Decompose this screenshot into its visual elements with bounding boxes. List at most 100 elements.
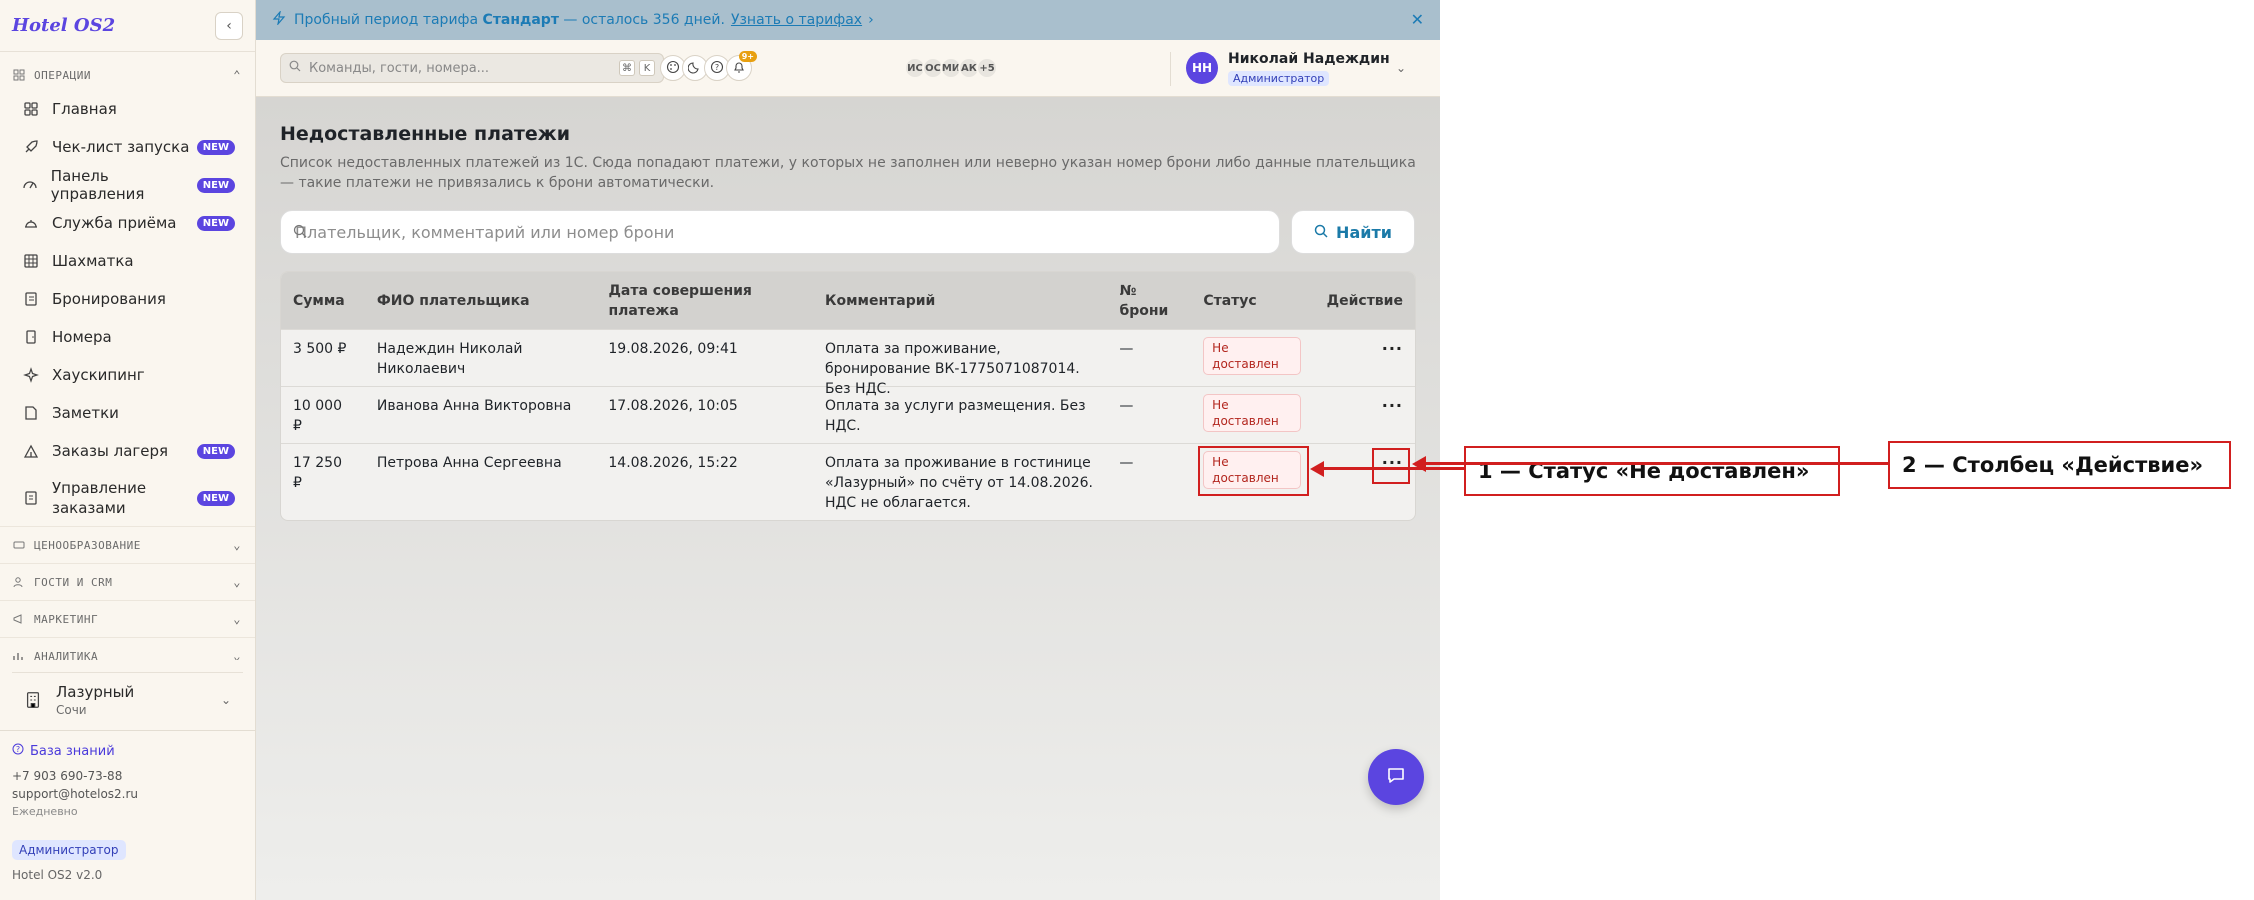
column-header-action: Действие xyxy=(1326,292,1403,309)
row-actions-button[interactable]: ··· xyxy=(1382,339,1403,358)
role-chip: Администратор xyxy=(12,840,126,860)
top-header: Команды, гости, номера... ⌘ K ИС ОС МИ А… xyxy=(256,40,1440,97)
cell-amount: 17 250 ₽ xyxy=(293,455,342,491)
payments-search-placeholder: Плательщик, комментарий или номер брони xyxy=(295,222,675,242)
trial-banner: Пробный период тарифа Стандарт — осталос… xyxy=(256,0,1440,40)
chart-icon xyxy=(12,649,26,660)
chat-button[interactable] xyxy=(1368,749,1424,805)
sidebar-item-housekeeping[interactable]: Хаускипинг xyxy=(0,356,255,394)
tariffs-link[interactable]: Узнать о тарифах xyxy=(731,12,862,28)
find-button[interactable]: Найти xyxy=(1291,210,1415,254)
avatar-more: +5 xyxy=(976,57,998,79)
sidebar-item-label: Заказы лагеря xyxy=(52,442,169,460)
annotation-arrow-1-head xyxy=(1310,461,1324,477)
cell-comment: Оплата за услуги размещения. Без НДС. xyxy=(824,398,1086,434)
cell-date: 14.08.2026, 15:22 xyxy=(608,455,738,471)
status-badge: Не доставлен xyxy=(1203,337,1302,375)
section-label: ГОСТИ И CRM xyxy=(34,575,113,589)
command-search-placeholder: Команды, гости, номера... xyxy=(309,60,490,76)
annotation-arrow-2-head xyxy=(1412,456,1426,472)
app-logo[interactable]: Hotel OS2 xyxy=(12,15,115,36)
cell-date: 17.08.2026, 10:05 xyxy=(608,398,738,414)
user-menu[interactable]: НН Николай Надеждин Администратор xyxy=(1186,51,1390,86)
section-operations[interactable]: ОПЕРАЦИИ ⌃ xyxy=(0,60,255,90)
sidebar-item-rooms[interactable]: Номера xyxy=(0,318,255,356)
hotel-switcher[interactable]: Лазурный Сочи ⌄ xyxy=(12,672,243,726)
grid-icon xyxy=(12,68,26,82)
svg-text:?: ? xyxy=(715,63,719,72)
help-circle-icon: ? xyxy=(710,59,724,78)
sidebar-item-label: Бронирования xyxy=(52,290,166,308)
section-label: МАРКЕТИНГ xyxy=(34,612,99,626)
sidebar-item-checklist[interactable]: Чек-лист запуска NEW xyxy=(0,128,255,166)
table-row[interactable]: 10 000 ₽ Иванова Анна Викторовна 17.08.2… xyxy=(281,386,1415,443)
page-title: Недоставленные платежи xyxy=(280,123,571,145)
column-header-amount[interactable]: Сумма xyxy=(281,291,365,311)
cell-amount: 10 000 ₽ xyxy=(293,398,342,434)
notifications-button[interactable]: 9+ xyxy=(726,51,757,81)
cell-payer: Иванова Анна Викторовна xyxy=(376,398,572,414)
sidebar-item-dashboard[interactable]: Панель управления NEW xyxy=(0,166,255,204)
sidebar-item-chessboard[interactable]: Шахматка xyxy=(0,242,255,280)
user-name: Николай Надеждин xyxy=(1228,50,1390,67)
sparkle-icon xyxy=(22,366,40,384)
sidebar-item-bookings[interactable]: Бронирования xyxy=(0,280,255,318)
knowledge-base-label: База знаний xyxy=(30,743,115,759)
column-header-date[interactable]: Дата совершения платежа xyxy=(596,281,813,321)
cell-payer: Надеждин Николай Николаевич xyxy=(376,341,523,377)
chevron-down-icon: ⌄ xyxy=(220,692,231,707)
table-grid-icon xyxy=(22,252,40,270)
table-row[interactable]: 3 500 ₽ Надеждин Николай Николаевич 19.0… xyxy=(281,329,1415,397)
annotation-highlight-action xyxy=(1372,448,1410,484)
section-marketing[interactable]: МАРКЕТИНГ ⌄ xyxy=(0,600,255,637)
gauge-icon xyxy=(22,176,39,194)
sidebar: Hotel OS2 ‹ ОПЕРАЦИИ ⌃ Главная Чек-лист … xyxy=(0,0,256,900)
grid-icon xyxy=(22,100,40,118)
new-badge: NEW xyxy=(196,443,235,459)
cell-booking: — xyxy=(1119,398,1134,414)
lightning-icon xyxy=(272,9,286,29)
command-search[interactable]: Команды, гости, номера... ⌘ K xyxy=(280,53,664,83)
main-content: Недоставленные платежи Список недоставле… xyxy=(256,97,1440,900)
collapse-sidebar-button[interactable]: ‹ xyxy=(215,11,243,40)
sidebar-item-order-management[interactable]: Управление заказами NEW xyxy=(0,470,255,526)
row-actions-button[interactable]: ··· xyxy=(1382,396,1403,415)
section-pricing[interactable]: ЦЕНООБРАЗОВАНИЕ ⌄ xyxy=(0,526,255,563)
chevron-down-icon[interactable]: ⌄ xyxy=(1396,61,1406,75)
sidebar-item-camp-orders[interactable]: Заказы лагеря NEW xyxy=(0,432,255,470)
chevron-down-icon: ⌄ xyxy=(233,538,241,552)
sidebar-item-front-desk[interactable]: Служба приёма NEW xyxy=(0,204,255,242)
support-phone[interactable]: +7 903 690-73-88 xyxy=(12,769,243,783)
sidebar-item-notes[interactable]: Заметки xyxy=(0,394,255,432)
chevron-up-icon: ⌃ xyxy=(233,68,241,82)
section-analytics[interactable]: АНАЛИТИКА ⌄ xyxy=(0,637,255,660)
search-icon xyxy=(289,60,301,76)
annotation-label-2: 2 — Столбец «Действие» xyxy=(1888,441,2231,489)
column-header-payer[interactable]: ФИО плательщика xyxy=(365,291,597,311)
sidebar-item-label: Чек-лист запуска xyxy=(52,138,190,156)
knowledge-base-link[interactable]: ? База знаний xyxy=(12,743,243,759)
column-header-booking[interactable]: № брони xyxy=(1107,281,1191,321)
hotel-city: Сочи xyxy=(56,702,87,717)
sidebar-item-home[interactable]: Главная xyxy=(0,90,255,128)
section-guests[interactable]: ГОСТИ И CRM ⌄ xyxy=(0,563,255,600)
payments-search-input[interactable]: Плательщик, комментарий или номер брони xyxy=(280,210,1280,254)
new-badge: NEW xyxy=(196,490,235,506)
user-role: Администратор xyxy=(1228,70,1330,86)
sidebar-item-label: Заметки xyxy=(52,404,119,422)
column-header-comment[interactable]: Комментарий xyxy=(813,291,1107,311)
palette-icon xyxy=(666,59,680,78)
banner-text-before: Пробный период тарифа xyxy=(294,12,483,28)
note-icon xyxy=(22,404,40,422)
help-circle-icon: ? xyxy=(12,743,24,759)
sidebar-item-label: Хаускипинг xyxy=(52,366,145,384)
new-badge: NEW xyxy=(196,215,235,231)
search-icon xyxy=(1314,223,1328,242)
support-email[interactable]: support@hotelos2.ru xyxy=(12,787,243,801)
column-header-status[interactable]: Статус xyxy=(1191,291,1313,311)
close-banner-button[interactable]: ✕ xyxy=(1411,10,1424,29)
kbd-cmd: ⌘ xyxy=(619,60,635,76)
chevron-down-icon: ⌄ xyxy=(233,649,241,660)
hotel-name: Лазурный xyxy=(56,682,135,701)
online-users[interactable]: ИС ОС МИ АК +5 xyxy=(904,57,998,79)
